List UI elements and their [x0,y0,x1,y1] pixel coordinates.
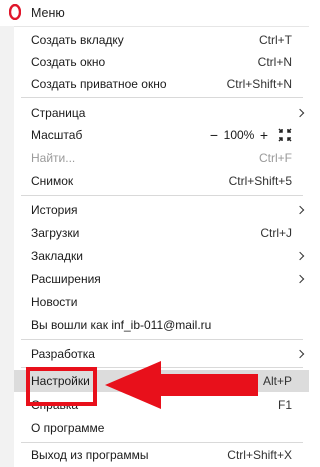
opera-logo-icon [9,4,21,20]
menu-item-shortcut: Ctrl+N [257,55,292,69]
menu-item-exit[interactable]: Выход из программы Ctrl+Shift+X [14,444,309,466]
menu-item-label: Справка [31,398,79,412]
menu-item-news[interactable]: Новости [14,291,309,313]
menu-item-shortcut: Ctrl+Shift+5 [228,174,292,188]
menu-separator [21,339,303,340]
menu-item-label: О программе [31,421,105,435]
menu-item-zoom: Масштаб − 100% + [14,124,309,146]
opera-main-menu: Меню Создать вкладку Ctrl+T Создать окно… [0,0,309,467]
submenu-arrow-icon [295,251,305,261]
menu-item-settings[interactable]: Настройки Alt+P [14,370,309,392]
menu-item-label: Снимок [31,174,74,188]
menu-item-label: История [31,203,78,217]
menu-item-shortcut: Ctrl+J [260,226,292,240]
menu-item-label: Создать вкладку [31,33,124,47]
menu-item-developer[interactable]: Разработка [14,343,309,365]
menu-item-label: Разработка [31,347,95,361]
menu-separator [21,195,303,196]
menu-item-label: Создать приватное окно [31,77,167,91]
zoom-controls: − 100% + [206,126,292,144]
menu-item-shortcut: Alt+P [262,374,292,388]
menu-item-shortcut: Ctrl+Shift+X [227,448,292,462]
zoom-in-button[interactable]: + [256,127,272,143]
menu-header[interactable]: Меню [0,0,309,27]
menu-item-new-private-window[interactable]: Создать приватное окно Ctrl+Shift+N [14,73,309,95]
menu-item-history[interactable]: История [14,199,309,221]
menu-item-page[interactable]: Страница [14,102,309,124]
menu-title: Меню [31,6,65,20]
menu-separator [21,97,303,98]
submenu-arrow-icon [295,205,305,215]
menu-item-downloads[interactable]: Загрузки Ctrl+J [14,222,309,244]
zoom-level: 100% [223,128,255,142]
menu-item-label: Закладки [31,249,83,263]
menu-item-help[interactable]: Справка F1 [14,394,309,416]
submenu-arrow-icon [295,349,305,359]
menu-item-label: Масштаб [31,128,83,142]
menu-item-new-tab[interactable]: Создать вкладку Ctrl+T [14,29,309,51]
menu-item-shortcut: Ctrl+T [259,33,292,47]
menu-item-about[interactable]: О программе [14,417,309,439]
fullscreen-icon[interactable] [278,128,292,142]
menu-item-extensions[interactable]: Расширения [14,268,309,290]
menu-item-shortcut: Ctrl+F [259,151,292,165]
submenu-arrow-icon [295,108,305,118]
menu-separator [21,367,303,368]
menu-item-snapshot[interactable]: Снимок Ctrl+Shift+5 [14,170,309,192]
menu-item-shortcut: Ctrl+Shift+N [226,77,292,91]
menu-item-new-window[interactable]: Создать окно Ctrl+N [14,51,309,73]
menu-item-label: Вы вошли как inf_ib-011@mail.ru [31,318,212,332]
menu-separator [21,442,303,443]
menu-item-find[interactable]: Найти... Ctrl+F [14,147,309,169]
menu-item-label: Создать окно [31,55,106,69]
menu-item-label: Расширения [31,272,101,286]
menu-item-label: Настройки [31,374,90,388]
menu-item-label: Выход из программы [31,448,149,462]
menu-item-label: Загрузки [31,226,80,240]
menu-item-shortcut: F1 [277,398,292,412]
menu-side-rail [0,26,14,467]
menu-item-label: Найти... [31,151,76,165]
menu-item-bookmarks[interactable]: Закладки [14,245,309,267]
menu-item-signed-in-account[interactable]: Вы вошли как inf_ib-011@mail.ru [14,314,309,336]
menu-item-label: Страница [31,106,86,120]
menu-item-label: Новости [31,295,78,309]
zoom-out-button[interactable]: − [206,127,222,143]
submenu-arrow-icon [295,274,305,284]
